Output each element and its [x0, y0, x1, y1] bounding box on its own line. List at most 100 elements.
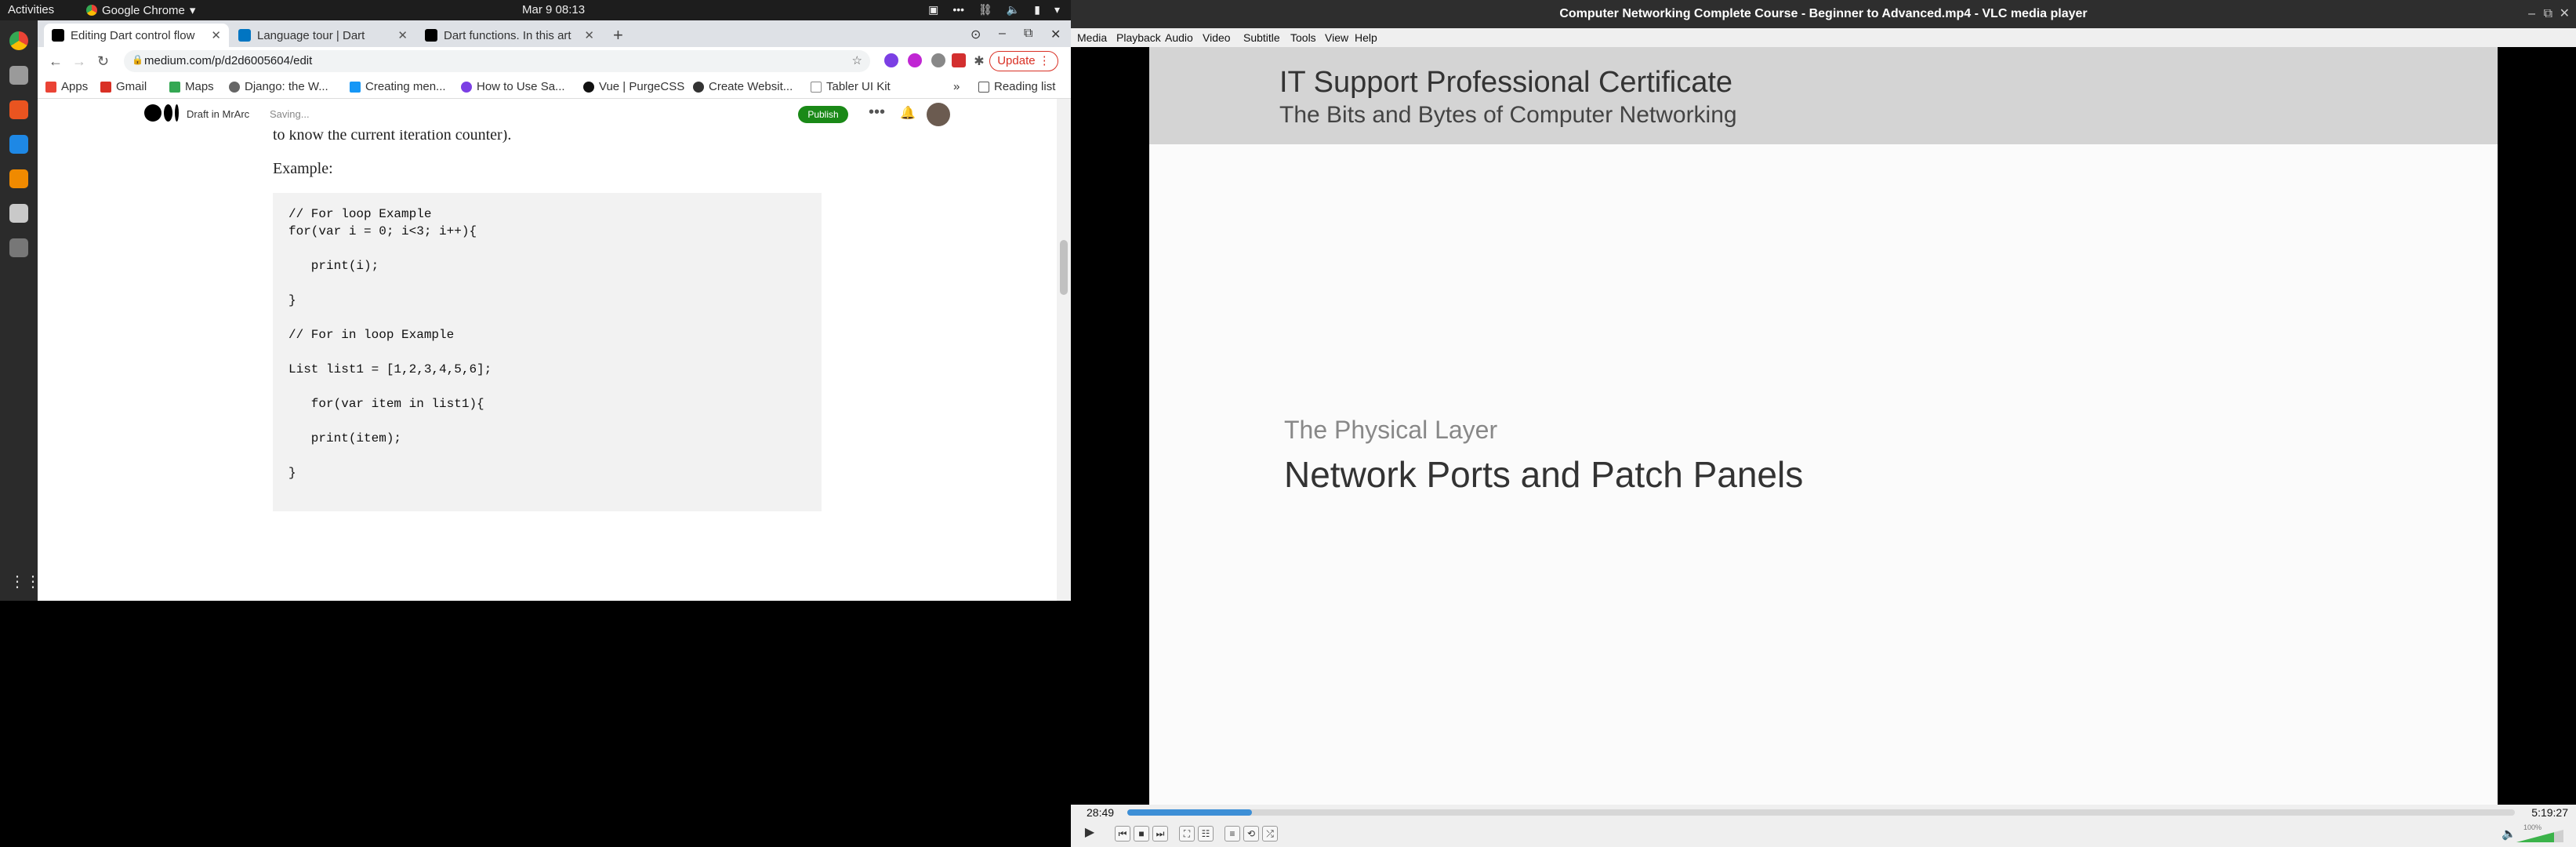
restore-icon[interactable]: ⧉ — [1024, 27, 1032, 41]
close-icon[interactable]: ✕ — [211, 28, 221, 42]
activities-button[interactable]: Activities — [8, 3, 54, 16]
puzzle-icon[interactable]: ✱ — [972, 53, 986, 68]
bookmark-django[interactable]: Django: the W... — [229, 80, 328, 93]
tab-language-tour[interactable]: Language tour | Dart ✕ — [230, 24, 415, 47]
more-icon[interactable]: ••• — [952, 3, 964, 16]
chrome-icon[interactable] — [9, 31, 28, 50]
bookmark-apps[interactable]: Apps — [45, 80, 88, 93]
menu-tools[interactable]: Tools — [1290, 31, 1316, 44]
medium-logo-icon[interactable] — [144, 104, 179, 122]
chrome-toolbar: ← → ↻ 🔒 medium.com/p/d2d6005604/edit ☆ ✱… — [38, 47, 1071, 75]
extended-settings-button[interactable]: ☷ — [1198, 826, 1214, 842]
bookmark-maps[interactable]: Maps — [169, 80, 214, 93]
medium-header: Draft in MrArc Saving... Publish ••• 🔔 — [38, 99, 1057, 130]
network-icon[interactable]: ⛓ — [978, 3, 992, 16]
vscode-icon[interactable] — [9, 135, 28, 154]
paragraph-text[interactable]: Example: — [273, 160, 333, 178]
system-tray[interactable]: ▣ ••• ⛓ 🔈 ▮ ▾ — [928, 3, 1060, 16]
software-icon[interactable] — [9, 100, 28, 119]
slide-header-line1: IT Support Professional Certificate — [1279, 66, 1733, 99]
close-window-icon[interactable]: ✕ — [1050, 27, 1061, 42]
stop-button[interactable]: ■ — [1134, 826, 1149, 842]
bookmark-vue-purgecss[interactable]: Vue | PurgeCSS — [583, 80, 684, 93]
code-line: for(var i = 0; i<3; i++){ — [288, 224, 477, 238]
back-icon[interactable]: ← — [49, 53, 63, 70]
minimize-icon[interactable]: – — [2528, 0, 2535, 28]
volume-icon[interactable]: 🔈 — [1007, 3, 1020, 16]
bookmark-creating-men[interactable]: Creating men... — [350, 80, 446, 93]
restore-icon[interactable]: ⧉ — [2544, 0, 2552, 28]
chevron-down-icon: ▾ — [189, 4, 196, 17]
minimize-icon[interactable]: – — [999, 27, 1006, 41]
app-menu[interactable]: Google Chrome ▾ — [86, 3, 195, 17]
page-scrollbar[interactable] — [1057, 99, 1071, 601]
menu-playback[interactable]: Playback — [1116, 31, 1161, 44]
extension-icon[interactable] — [952, 53, 966, 67]
menu-view[interactable]: View — [1325, 31, 1348, 44]
play-button[interactable]: ▶ — [1082, 826, 1098, 842]
more-options-icon[interactable]: ••• — [869, 104, 885, 122]
menu-media[interactable]: Media — [1077, 31, 1107, 44]
forward-icon[interactable]: → — [72, 53, 86, 70]
menu-video[interactable]: Video — [1203, 31, 1231, 44]
publish-button[interactable]: Publish — [798, 106, 848, 123]
address-bar[interactable]: 🔒 medium.com/p/d2d6005604/edit ☆ — [124, 50, 870, 72]
extension-icon[interactable] — [908, 53, 922, 67]
bookmarks-overflow[interactable]: » — [953, 80, 960, 93]
tab-dart-functions[interactable]: Dart functions. In this art ✕ — [417, 24, 602, 47]
document-icon[interactable] — [9, 204, 28, 223]
code-block[interactable]: // For loop Example for(var i = 0; i<3; i… — [273, 193, 822, 511]
next-button[interactable]: ⏭ — [1152, 826, 1168, 842]
trash-icon[interactable] — [9, 238, 28, 257]
reading-list[interactable]: Reading list — [978, 80, 1055, 93]
battery-icon[interactable]: ▮ — [1034, 3, 1040, 16]
scroll-thumb[interactable] — [1060, 240, 1068, 295]
volume-slider[interactable] — [2516, 830, 2563, 842]
lock-icon[interactable]: 🔒 — [132, 54, 143, 65]
vlc-icon[interactable] — [9, 169, 28, 188]
bookmark-create-websit[interactable]: Create Websit... — [693, 80, 793, 93]
previous-button[interactable]: ⏮ — [1115, 826, 1130, 842]
close-window-icon[interactable]: ✕ — [2560, 0, 2570, 28]
total-time[interactable]: 5:19:27 — [2531, 806, 2568, 819]
close-icon[interactable]: ✕ — [584, 28, 594, 42]
bookmark-how-to-use[interactable]: How to Use Sa... — [461, 80, 565, 93]
menu-help[interactable]: Help — [1355, 31, 1377, 44]
update-button[interactable]: Update ⋮ — [989, 51, 1058, 71]
extension-icon[interactable] — [884, 53, 898, 67]
bookmark-label: Creating men... — [365, 80, 446, 93]
menu-subtitle[interactable]: Subtitle — [1243, 31, 1280, 44]
screenshot-icon[interactable]: ▣ — [928, 3, 938, 16]
tab-title: Dart functions. In this art — [444, 28, 571, 42]
tab-editing-dart[interactable]: Editing Dart control flow ✕ — [44, 24, 229, 47]
code-line: } — [288, 293, 296, 307]
bookmark-gmail[interactable]: Gmail — [100, 80, 147, 93]
bookmarks-bar: Apps Gmail Maps Django: the W... Creatin… — [38, 75, 1071, 99]
volume-icon[interactable]: 🔈 — [2502, 827, 2516, 841]
close-icon[interactable]: ✕ — [397, 28, 408, 42]
reload-icon[interactable]: ↻ — [97, 53, 109, 70]
playlist-button[interactable]: ≡ — [1225, 826, 1240, 842]
clock[interactable]: Mar 9 08:13 — [522, 3, 585, 16]
app-grid-icon[interactable]: ⋮⋮ — [9, 573, 41, 591]
avatar[interactable] — [927, 103, 950, 126]
chevron-down-icon[interactable]: ▾ — [1054, 3, 1060, 16]
bookmark-tabler[interactable]: Tabler UI Kit — [811, 80, 891, 93]
fullscreen-button[interactable]: ⛶ — [1179, 826, 1195, 842]
loop-button[interactable]: ⟲ — [1243, 826, 1259, 842]
video-area[interactable]: IT Support Professional Certificate The … — [1071, 47, 2576, 805]
seek-slider[interactable] — [1127, 809, 2515, 816]
new-tab-button[interactable]: + — [613, 25, 623, 45]
vlc-menu-bar: Media Playback Audio Video Subtitle Tools View… — [1071, 28, 2576, 47]
bookmark-star-icon[interactable]: ☆ — [852, 53, 862, 67]
extension-icon[interactable] — [931, 53, 945, 67]
heart-icon — [461, 81, 472, 93]
shuffle-button[interactable]: ⤮ — [1262, 826, 1278, 842]
files-icon[interactable] — [9, 66, 28, 85]
tab-search-icon[interactable]: ⊙ — [971, 27, 981, 42]
reading-list-label: Reading list — [994, 80, 1056, 93]
menu-audio[interactable]: Audio — [1165, 31, 1193, 44]
window-title: Computer Networking Complete Course - Be… — [1559, 7, 2088, 20]
bell-icon[interactable]: 🔔 — [900, 105, 916, 121]
desktop: Activities Google Chrome ▾ Mar 9 08:13 ▣… — [0, 0, 2576, 847]
